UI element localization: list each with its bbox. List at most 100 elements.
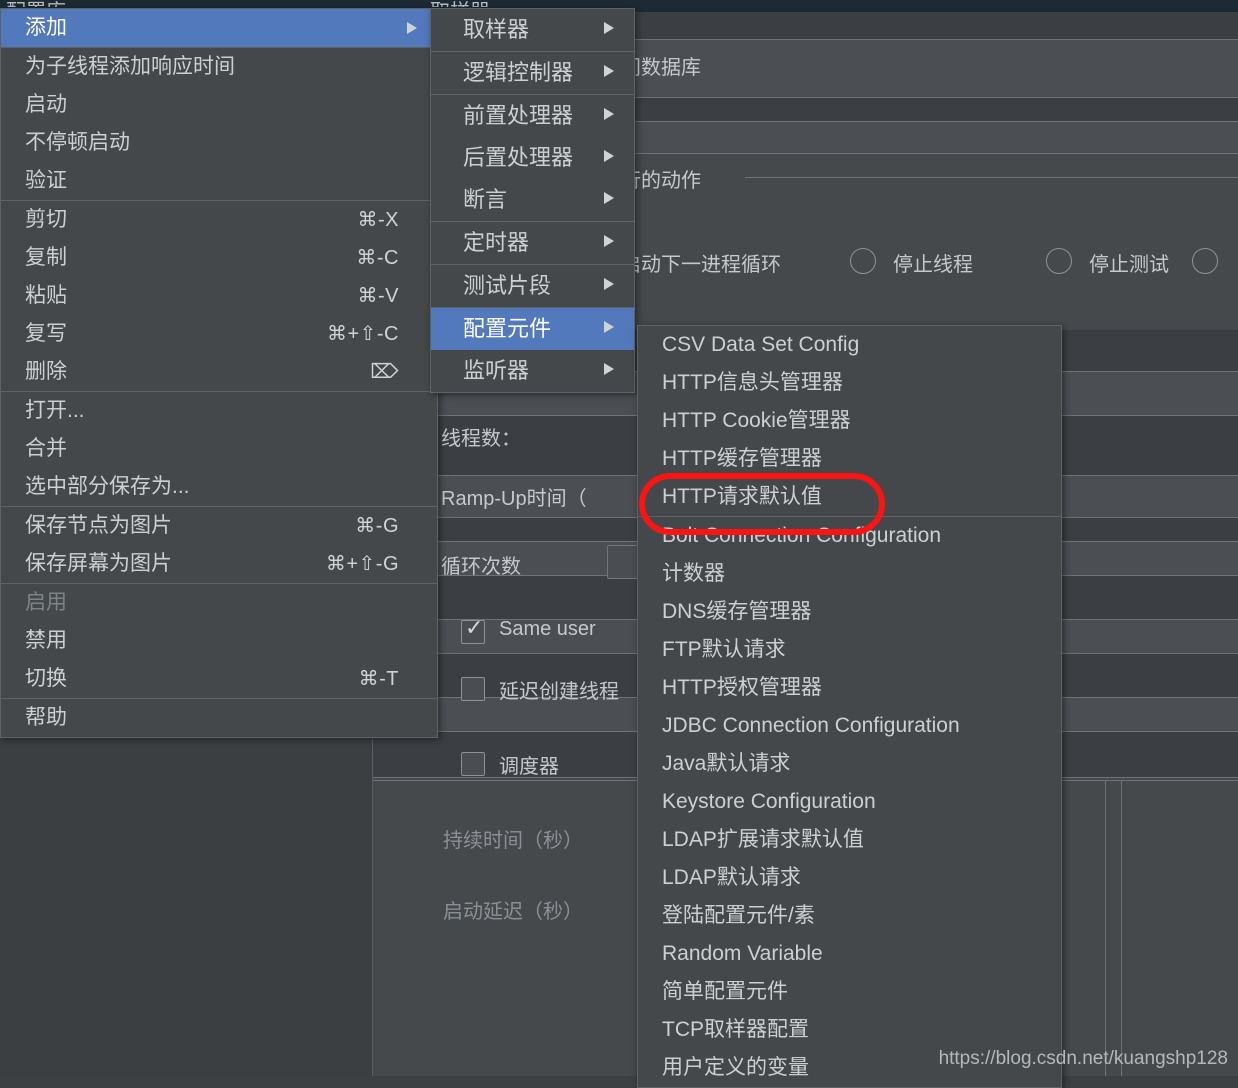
context-menu-item-6[interactable]: 复制 ⌘-C (1, 239, 437, 277)
config-element-submenu[interactable]: CSV Data Set Config HTTP信息头管理器 HTTP Cookie… (637, 325, 1062, 1088)
submenu-arrow-icon (602, 265, 616, 303)
stop-thread-label: 停止线程 (893, 254, 973, 276)
scheduler-label: 调度器 (499, 756, 559, 778)
config-menu-item-14[interactable]: LDAP默认请求 (638, 859, 1061, 897)
menu-item-label: HTTP请求默认值 (662, 485, 822, 508)
panel-divider (1105, 780, 1106, 1076)
menu-item-shortcut: ⌦ (370, 361, 399, 383)
context-menu-item-2[interactable]: 启动 (1, 86, 437, 124)
menu-item-label: LDAP默认请求 (662, 866, 801, 889)
menu-item-label: Bolt Connection Configuration (662, 524, 942, 547)
context-menu-item-5[interactable]: 剪切 ⌘-X (1, 201, 437, 239)
menu-item-label: HTTP授权管理器 (662, 676, 822, 699)
config-menu-item-15[interactable]: 登陆配置元件/素 (638, 897, 1061, 935)
context-menu-item-12[interactable]: 选中部分保存为... (1, 468, 437, 506)
context-menu-item-1[interactable]: 为子线程添加响应时间 (1, 48, 437, 86)
submenu-arrow-icon (602, 222, 616, 260)
menu-item-label: 复写 (25, 322, 67, 345)
section-divider (745, 177, 1238, 178)
config-menu-item-11[interactable]: Java默认请求 (638, 745, 1061, 783)
config-menu-item-8[interactable]: FTP默认请求 (638, 631, 1061, 669)
menu-item-shortcut: ⌘-T (358, 668, 399, 690)
menu-item-label: CSV Data Set Config (662, 333, 860, 356)
menu-item-label: Keystore Configuration (662, 790, 876, 813)
add-menu-item-4[interactable]: 断言 (431, 179, 634, 221)
panel-divider (1121, 780, 1122, 1076)
menu-item-label: 保存屏幕为图片 (25, 552, 172, 575)
menu-item-label: DNS缓存管理器 (662, 600, 812, 623)
menu-item-shortcut: ⌘+⇧-G (325, 553, 399, 575)
menu-item-label: 简单配置元件 (662, 980, 788, 1003)
config-menu-item-17[interactable]: 简单配置元件 (638, 973, 1061, 1011)
stop-thread-radio[interactable] (850, 248, 876, 274)
context-menu-item-18[interactable]: 帮助 (1, 699, 437, 737)
context-menu-item-13[interactable]: 保存节点为图片 ⌘-G (1, 507, 437, 545)
context-menu-item-3[interactable]: 不停顿启动 (1, 124, 437, 162)
same-user-label: Same user (499, 618, 596, 640)
stop-test-now-radio[interactable] (1192, 248, 1218, 274)
config-menu-item-13[interactable]: LDAP扩展请求默认值 (638, 821, 1061, 859)
menu-item-label: 配置元件 (463, 316, 552, 341)
menu-item-label: 禁用 (25, 629, 67, 652)
context-menu-item-4[interactable]: 验证 (1, 162, 437, 200)
add-menu-item-7[interactable]: 配置元件 (431, 308, 634, 350)
menu-item-label: 登陆配置元件/素 (662, 904, 815, 927)
menu-item-shortcut: ⌘-C (356, 247, 399, 269)
context-menu-item-9[interactable]: 删除 ⌦ (1, 353, 437, 391)
scheduler-checkbox[interactable] (461, 752, 485, 776)
context-menu-item-0[interactable]: 添加 (1, 9, 437, 47)
menu-item-label: 粘贴 (25, 284, 67, 307)
delay-thread-creation-checkbox[interactable] (461, 677, 485, 701)
config-menu-item-5[interactable]: Bolt Connection Configuration (638, 517, 1061, 555)
config-menu-item-9[interactable]: HTTP授权管理器 (638, 669, 1061, 707)
config-menu-item-7[interactable]: DNS缓存管理器 (638, 593, 1061, 631)
submenu-arrow-icon (602, 308, 616, 346)
add-menu-item-3[interactable]: 后置处理器 (431, 137, 634, 179)
menu-item-label: 测试片段 (463, 273, 552, 298)
context-menu-item-14[interactable]: 保存屏幕为图片 ⌘+⇧-G (1, 545, 437, 583)
config-menu-item-3[interactable]: HTTP缓存管理器 (638, 440, 1061, 478)
add-menu-item-0[interactable]: 取样器 (431, 9, 634, 51)
menu-item-label: 删除 (25, 360, 67, 383)
add-menu-item-2[interactable]: 前置处理器 (431, 95, 634, 137)
context-menu-item-17[interactable]: 切换 ⌘-T (1, 660, 437, 698)
add-menu-item-8[interactable]: 监听器 (431, 350, 634, 392)
start-next-loop-label: 启动下一进程循环 (621, 254, 781, 276)
config-menu-item-1[interactable]: HTTP信息头管理器 (638, 364, 1061, 402)
config-menu-item-12[interactable]: Keystore Configuration (638, 783, 1061, 821)
add-menu-item-5[interactable]: 定时器 (431, 222, 634, 264)
config-menu-item-2[interactable]: HTTP Cookie管理器 (638, 402, 1061, 440)
submenu-arrow-icon (405, 9, 419, 47)
add-submenu[interactable]: 取样器逻辑控制器前置处理器 后置处理器 断言定时器测试片段配置元件监听器 (430, 8, 635, 393)
menu-item-label: 定时器 (463, 230, 530, 255)
context-menu-item-11[interactable]: 合并 (1, 430, 437, 468)
config-menu-item-0[interactable]: CSV Data Set Config (638, 326, 1061, 364)
stop-test-label: 停止测试 (1089, 254, 1169, 276)
context-menu-item-10[interactable]: 打开... (1, 392, 437, 430)
config-menu-item-18[interactable]: TCP取样器配置 (638, 1011, 1061, 1049)
context-menu-item-7[interactable]: 粘贴 ⌘-V (1, 277, 437, 315)
menu-item-label: TCP取样器配置 (662, 1018, 809, 1041)
add-menu-item-1[interactable]: 逻辑控制器 (431, 52, 634, 94)
stop-test-radio[interactable] (1046, 248, 1072, 274)
menu-item-label: 为子线程添加响应时间 (25, 55, 235, 78)
menu-item-label: 剪切 (25, 208, 67, 231)
config-menu-item-16[interactable]: Random Variable (638, 935, 1061, 973)
menu-item-label: 逻辑控制器 (463, 60, 574, 85)
add-menu-item-6[interactable]: 测试片段 (431, 265, 634, 307)
menu-item-label: 合并 (25, 437, 67, 460)
duration-label: 持续时间（秒） (443, 830, 583, 852)
menu-item-label: 切换 (25, 667, 67, 690)
startup-delay-label: 启动延迟（秒） (443, 901, 583, 923)
menu-item-label: JDBC Connection Configuration (662, 714, 960, 737)
menu-item-label: 启动 (25, 93, 67, 116)
element-context-menu[interactable]: 添加 为子线程添加响应时间 启动 不停顿启动 验证 剪切 ⌘-X 复制 ⌘-C 粘贴 ⌘-V 复写 ⌘+… (0, 8, 438, 738)
menu-item-label: 监听器 (463, 358, 530, 383)
context-menu-item-8[interactable]: 复写 ⌘+⇧-C (1, 315, 437, 353)
same-user-checkbox[interactable] (461, 616, 485, 644)
context-menu-item-16[interactable]: 禁用 (1, 622, 437, 660)
config-menu-item-6[interactable]: 计数器 (638, 555, 1061, 593)
config-menu-item-10[interactable]: JDBC Connection Configuration (638, 707, 1061, 745)
submenu-arrow-icon (602, 179, 616, 217)
config-menu-item-4[interactable]: HTTP请求默认值 (638, 478, 1061, 516)
